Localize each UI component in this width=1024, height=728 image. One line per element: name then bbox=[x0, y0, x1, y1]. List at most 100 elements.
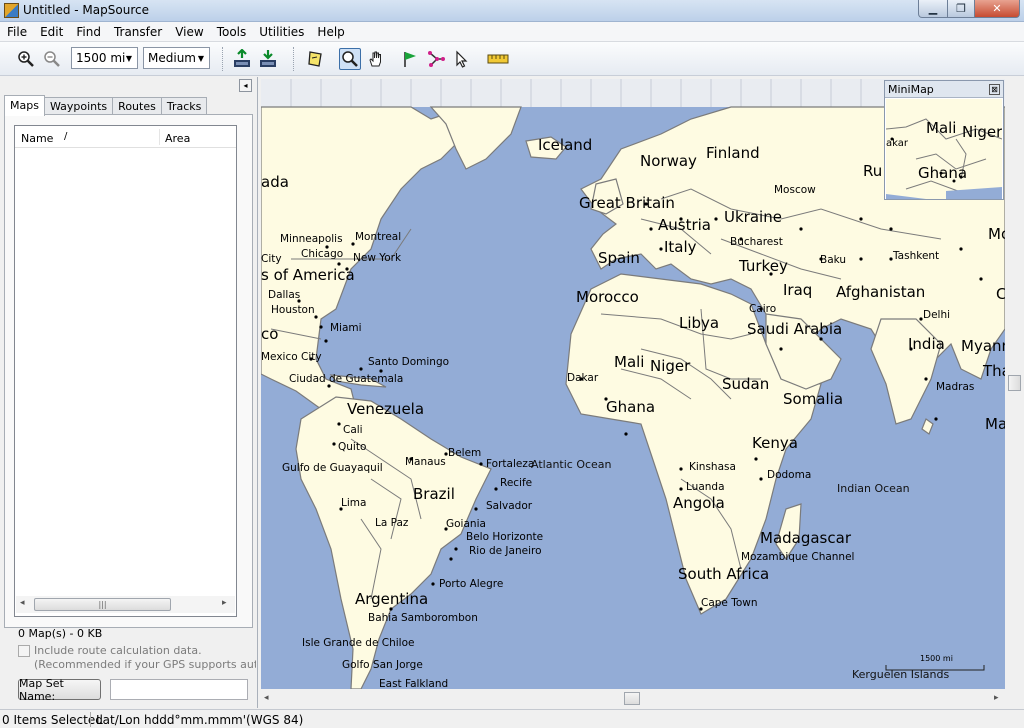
scroll-left-icon[interactable]: ◂ bbox=[20, 598, 25, 608]
map-label-city: Quito bbox=[338, 441, 367, 453]
scroll-right-icon[interactable]: ▸ bbox=[994, 693, 999, 703]
map-label-city: Cali bbox=[343, 424, 363, 436]
map-label-country: Sudan bbox=[722, 375, 770, 393]
map-list[interactable]: Name / Area ◂ ||| ▸ bbox=[14, 125, 237, 617]
menu-help[interactable]: Help bbox=[310, 22, 350, 42]
selection-tool-button[interactable] bbox=[451, 48, 473, 70]
menu-edit[interactable]: Edit bbox=[33, 22, 69, 42]
map-label-country: Finland bbox=[706, 144, 760, 162]
tab-maps[interactable]: Maps bbox=[4, 95, 45, 116]
map-label-city: Kinshasa bbox=[689, 461, 736, 473]
zoom-in-icon bbox=[18, 51, 34, 67]
minimap-panel[interactable]: MiniMap ⊠ Mali Niger Ghana akar bbox=[884, 80, 1004, 200]
minimize-button[interactable]: ▁ bbox=[918, 0, 948, 18]
map-label-country: Ukraine bbox=[724, 208, 782, 226]
minimap-close-icon[interactable]: ⊠ bbox=[989, 84, 1000, 95]
chevron-down-icon: ▼ bbox=[197, 53, 205, 63]
zoom-tool-button[interactable] bbox=[339, 48, 361, 70]
toolbar-separator bbox=[293, 47, 295, 71]
map-label-city: Porto Alegre bbox=[439, 578, 504, 590]
menu-find[interactable]: Find bbox=[69, 22, 107, 42]
minimap-drawing bbox=[886, 118, 1002, 199]
zoom-out-icon bbox=[44, 51, 60, 67]
route-calc-checkbox[interactable] bbox=[18, 645, 30, 657]
map-label-city: Isle Grande de Chiloe bbox=[302, 637, 415, 649]
toolbar-separator bbox=[222, 47, 224, 71]
hand-tool-button[interactable] bbox=[365, 48, 387, 70]
map-label-city: Minneapolis bbox=[280, 233, 343, 245]
map-label-city: Cape Town bbox=[701, 597, 758, 609]
map-vertical-scrollbar[interactable] bbox=[1006, 79, 1024, 689]
map-label-country: Morocco bbox=[576, 288, 639, 306]
restore-button[interactable]: ❐ bbox=[947, 0, 975, 18]
map-label-country: Niger bbox=[650, 357, 691, 375]
map-label-city: Goiania bbox=[446, 518, 486, 530]
list-horizontal-scrollbar[interactable]: ◂ ||| ▸ bbox=[16, 596, 235, 613]
map-label-country: Kenya bbox=[752, 434, 798, 452]
tab-routes[interactable]: Routes bbox=[112, 97, 162, 115]
map-label-city: Moscow bbox=[774, 184, 816, 196]
map-vertical-scroll-thumb[interactable] bbox=[1008, 375, 1021, 391]
status-divider bbox=[90, 712, 91, 727]
map-label-country: Iraq bbox=[783, 281, 813, 299]
selection-tool-icon bbox=[456, 50, 468, 68]
tab-waypoints[interactable]: Waypoints bbox=[43, 97, 114, 115]
map-label-city: Bahia Samborombon bbox=[368, 612, 478, 624]
map-set-name-button[interactable]: Map Set Name: bbox=[18, 677, 101, 703]
route-tool-button[interactable] bbox=[425, 48, 447, 70]
map-label-city: East Falkland bbox=[379, 678, 449, 689]
map-label-country: Saudi Arabia bbox=[747, 320, 843, 338]
zoom-out-button[interactable] bbox=[41, 48, 63, 70]
map-label-country: India bbox=[908, 335, 945, 353]
receive-from-device-button[interactable] bbox=[231, 48, 253, 70]
map-label-country: Italy bbox=[664, 238, 697, 256]
map-label-city: Cairo bbox=[749, 303, 777, 315]
collapse-panel-button[interactable]: ◂ bbox=[239, 79, 252, 92]
minimap-canvas[interactable]: Mali Niger Ghana akar bbox=[886, 99, 1002, 199]
menu-utilities[interactable]: Utilities bbox=[252, 22, 310, 42]
map-horizontal-scrollbar[interactable]: ◂ ▸ bbox=[261, 690, 1005, 708]
measure-tool-button[interactable] bbox=[485, 48, 511, 70]
map-label-country: Mali bbox=[614, 353, 645, 371]
map-label-country: Somalia bbox=[783, 390, 844, 408]
map-label-city: Dakar bbox=[567, 372, 599, 384]
scroll-left-icon[interactable]: ◂ bbox=[264, 693, 269, 703]
close-button[interactable]: ✕ bbox=[974, 0, 1020, 18]
map-label-city: Golfo San Jorge bbox=[342, 659, 423, 671]
map-horizontal-scroll-thumb[interactable] bbox=[624, 692, 640, 705]
zoom-in-button[interactable] bbox=[15, 48, 37, 70]
waypoint-tool-icon bbox=[404, 52, 416, 67]
map-label-country: C bbox=[996, 285, 1005, 303]
zoom-tool-icon bbox=[342, 51, 358, 67]
map-detail-value: Medium bbox=[148, 51, 196, 65]
map-tool-button[interactable] bbox=[305, 48, 327, 70]
scroll-right-icon[interactable]: ▸ bbox=[222, 598, 227, 608]
map-label-country: Mo bbox=[988, 225, 1005, 243]
menu-view[interactable]: View bbox=[168, 22, 209, 42]
scale-bar-label: 1500 mi bbox=[920, 654, 953, 663]
map-detail-select[interactable]: Medium ▼ bbox=[143, 47, 210, 69]
map-label-city: City bbox=[261, 253, 282, 265]
left-panel: ◂ Maps Waypoints Routes Tracks Name / Ar… bbox=[0, 77, 258, 708]
menu-tools[interactable]: Tools bbox=[210, 22, 253, 42]
map-label-city: Dallas bbox=[268, 289, 301, 301]
column-divider[interactable] bbox=[159, 129, 160, 145]
zoom-scale-select[interactable]: 1500 mi ▼ bbox=[71, 47, 138, 69]
map-label-city: Bucharest bbox=[730, 236, 783, 248]
list-scroll-thumb[interactable]: ||| bbox=[34, 598, 171, 611]
menu-transfer[interactable]: Transfer bbox=[107, 22, 168, 42]
map-label-city: Salvador bbox=[486, 500, 533, 512]
column-header-name[interactable]: Name bbox=[21, 132, 53, 145]
map-set-name-input[interactable] bbox=[110, 679, 248, 700]
map-label-country: Tha bbox=[983, 362, 1005, 380]
map-label-country: Brazil bbox=[413, 485, 455, 503]
tab-tracks[interactable]: Tracks bbox=[160, 97, 208, 115]
zoom-scale-value: 1500 mi bbox=[76, 51, 126, 65]
menu-file[interactable]: File bbox=[0, 22, 33, 42]
map-label-city: Gulfo de Guayaquil bbox=[282, 462, 383, 474]
waypoint-tool-button[interactable] bbox=[399, 48, 421, 70]
map-label-city: Baku bbox=[820, 254, 847, 266]
column-header-area[interactable]: Area bbox=[165, 132, 190, 145]
send-to-device-button[interactable] bbox=[257, 48, 279, 70]
map-label-city: Santo Domingo bbox=[368, 356, 450, 368]
